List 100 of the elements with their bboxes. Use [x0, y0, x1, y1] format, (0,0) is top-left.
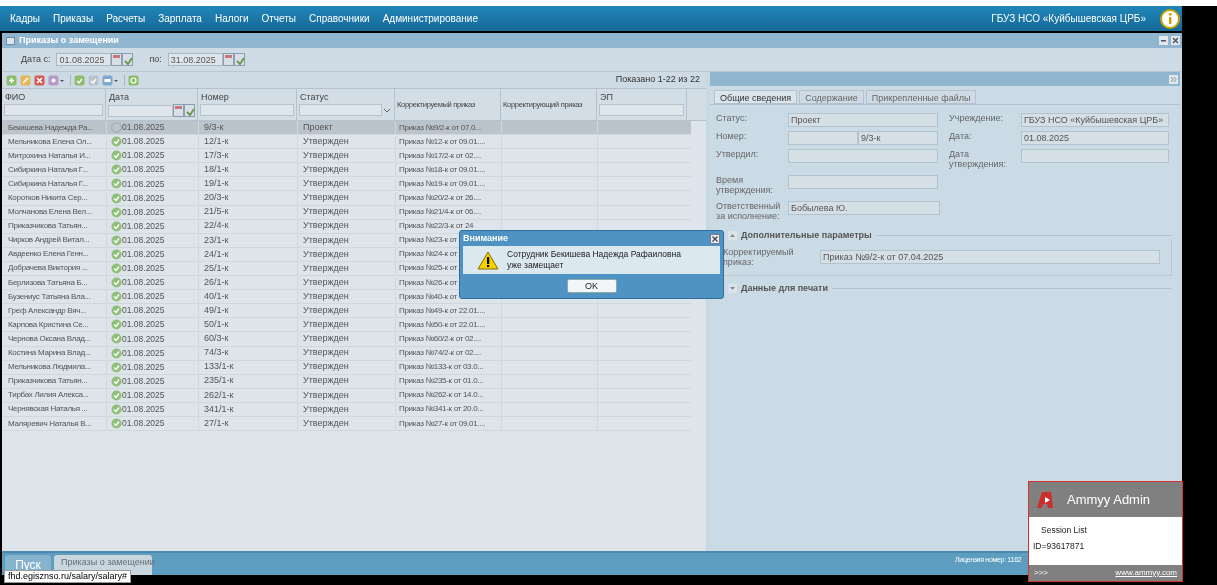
- menu-item[interactable]: Отчеты: [261, 11, 297, 26]
- column-header[interactable]: ФИО: [2, 89, 105, 104]
- table-cell: 01.08.2025: [122, 191, 165, 205]
- add-icon[interactable]: [6, 74, 17, 86]
- minimize-icon[interactable]: [1159, 36, 1168, 45]
- text-field[interactable]: 01.08.2025: [1021, 131, 1169, 145]
- calendar-icon[interactable]: [222, 52, 245, 67]
- text-field[interactable]: 9/3-к: [858, 131, 938, 145]
- more-link[interactable]: >>>: [1034, 567, 1048, 579]
- table-row[interactable]: Мельникова Елена Ол... 01.08.2025 12/1-к Утвержден Приказ №12-к от 09.01....: [2, 135, 691, 150]
- date-from-label: Дата с:: [21, 52, 51, 66]
- table-cell: 01.08.2025: [122, 318, 165, 332]
- table-row[interactable]: Бекишева Надежда Ра... 01.08.2025 9/3-к Проект Приказ №9/2-к от 07.0...: [2, 121, 691, 136]
- table-cell: 60/3-к: [204, 333, 229, 344]
- table-cell: Приказ №27-к от 09.01....: [399, 418, 486, 428]
- section-title: Дополнительные параметры: [741, 229, 872, 242]
- filter-field[interactable]: [599, 104, 684, 116]
- organization-name: ГБУЗ НСО «Куйбышевская ЦРБ»: [991, 12, 1146, 26]
- table-row[interactable]: Сибиркина Наталья Г... 01.08.2025 18/1-к Утвержден Приказ №18-к от 09.01....: [2, 163, 691, 178]
- table-cell: Приказ №17/2-к от 02....: [399, 150, 481, 160]
- filter-field[interactable]: [299, 104, 382, 116]
- filter-field[interactable]: [108, 105, 173, 117]
- menu-item[interactable]: Кадры: [10, 11, 40, 26]
- delete-icon[interactable]: [34, 74, 45, 86]
- column-header[interactable]: Номер: [198, 89, 296, 104]
- menu-item[interactable]: Налоги: [214, 11, 249, 26]
- filter-field[interactable]: [4, 104, 103, 116]
- table-cell: Карпова Кристина Се...: [8, 319, 89, 329]
- approve-icon[interactable]: [74, 74, 85, 86]
- table-cell: Приказ №74/2-к от 02....: [399, 348, 481, 358]
- calendar-icon[interactable]: [111, 52, 134, 67]
- table-cell: Коротков Никита Сер...: [8, 193, 88, 202]
- collapse-toggle-icon[interactable]: [728, 231, 737, 241]
- table-cell: Приказ №21/4-к от 06....: [399, 207, 481, 217]
- table-row[interactable]: Карпова Кристина Се... 01.08.2025 50/1-к Утвержден Приказ №50-к от 22.01....: [2, 318, 691, 333]
- close-icon[interactable]: [1171, 36, 1180, 45]
- calendar-icon[interactable]: [173, 104, 195, 118]
- table-cell: Приказчикова Татьян...: [8, 221, 88, 231]
- text-field[interactable]: Приказ №9/2-к от 07.04.2025: [820, 249, 1160, 264]
- table-cell: Чирков Андрей Витал...: [8, 235, 90, 245]
- column-header[interactable]: ЭП: [597, 89, 686, 104]
- table-cell: 19/1-к: [204, 178, 229, 189]
- table-cell: Утвержден: [303, 192, 349, 203]
- table-cell: Тирбах Лилия Алекса...: [8, 390, 89, 400]
- table-cell: 20/3-к: [204, 192, 229, 203]
- info-icon[interactable]: [1160, 8, 1180, 29]
- table-cell: Греф Александр Вяч...: [8, 305, 86, 315]
- table-cell: 235/1-к: [204, 375, 234, 386]
- close-icon[interactable]: [710, 233, 720, 244]
- text-field[interactable]: [788, 175, 938, 189]
- menu-item[interactable]: Расчеты: [106, 11, 146, 26]
- table-cell: Приказ №23-к от: [399, 235, 457, 245]
- tab[interactable]: Общие сведения: [714, 90, 798, 104]
- table-cell: Приказ №133-к от 03.0...: [399, 362, 484, 372]
- filter-field[interactable]: [200, 104, 294, 116]
- table-cell: 01.08.2025: [122, 262, 165, 275]
- text-field[interactable]: ГБУЗ НСО «Куйбышевская ЦРБ»: [1021, 113, 1169, 127]
- collapse-icon[interactable]: [1169, 74, 1178, 84]
- menu-item[interactable]: Приказы: [53, 11, 94, 26]
- table-cell: 01.08.2025: [122, 276, 165, 289]
- date-from-field[interactable]: 01.08.2025: [56, 53, 112, 66]
- text-field[interactable]: [1021, 149, 1169, 163]
- menu-item[interactable]: Зарплата: [158, 11, 202, 26]
- expand-toggle-icon[interactable]: [728, 283, 737, 293]
- edit-icon[interactable]: [20, 74, 31, 86]
- table-cell: Утвержден: [303, 276, 349, 287]
- table-row[interactable]: Коротков Никита Сер... 01.08.2025 20/3-к Утвержден Приказ №20/2-к от 26....: [2, 191, 691, 206]
- date-to-field[interactable]: 31.08.2025: [167, 53, 223, 66]
- session-list-link[interactable]: Session List: [1033, 524, 1182, 537]
- table-cell: Авдеенко Елена Генн...: [8, 249, 89, 259]
- unapprove-icon[interactable]: [88, 74, 99, 86]
- window-icon: [6, 36, 15, 45]
- text-field[interactable]: [788, 149, 938, 163]
- table-row[interactable]: Греф Александр Вяч... 01.08.2025 49/1-к Утвержден Приказ №49-к от 22.01....: [2, 304, 691, 319]
- text-field[interactable]: Бобылева Ю.: [788, 201, 940, 215]
- table-row[interactable]: Митрохина Наталья И... 01.08.2025 17/3-к Утвержден Приказ №17/2-к от 02....: [2, 149, 691, 164]
- table-cell: Приказ №19-к от 09.01....: [399, 178, 486, 188]
- table-cell: Приказ №9/2-к от 07.0...: [399, 122, 481, 132]
- field-label: Учреждение:: [949, 113, 1005, 123]
- table-row[interactable]: Чернова Оксана Влад... 01.08.2025 60/3-к Утвержден Приказ №60/2-к от 02....: [2, 332, 691, 347]
- tab[interactable]: Прикрепленные файлы: [865, 90, 977, 104]
- table-cell: 74/3-к: [204, 347, 229, 358]
- ok-button[interactable]: OK: [566, 279, 617, 293]
- table-row[interactable]: Сибиркина Наталья Г... 01.08.2025 19/1-к Утвержден Приказ №19-к от 09.01....: [2, 177, 691, 192]
- text-field[interactable]: Проект: [788, 113, 938, 127]
- menu-item[interactable]: Администрирование: [382, 11, 478, 26]
- tab[interactable]: Содержание: [799, 90, 864, 104]
- table-cell: Приказ №20/2-к от 26....: [399, 193, 481, 202]
- table-cell: 17/3-к: [204, 150, 229, 160]
- ammyy-title: Ammyy Admin: [1067, 490, 1151, 509]
- table-cell: 01.08.2025: [122, 177, 165, 191]
- column-header[interactable]: Дата: [106, 89, 197, 104]
- menu-item[interactable]: Справочники: [309, 11, 370, 26]
- text-field[interactable]: [788, 131, 858, 145]
- table-cell: 01.08.2025: [122, 163, 165, 177]
- printer-icon[interactable]: [102, 74, 118, 86]
- website-link[interactable]: www.ammyy.com: [1115, 567, 1177, 579]
- column-header[interactable]: Статус: [297, 89, 394, 104]
- field-label: Номер:: [716, 131, 748, 141]
- logo-icon: [1035, 490, 1055, 509]
